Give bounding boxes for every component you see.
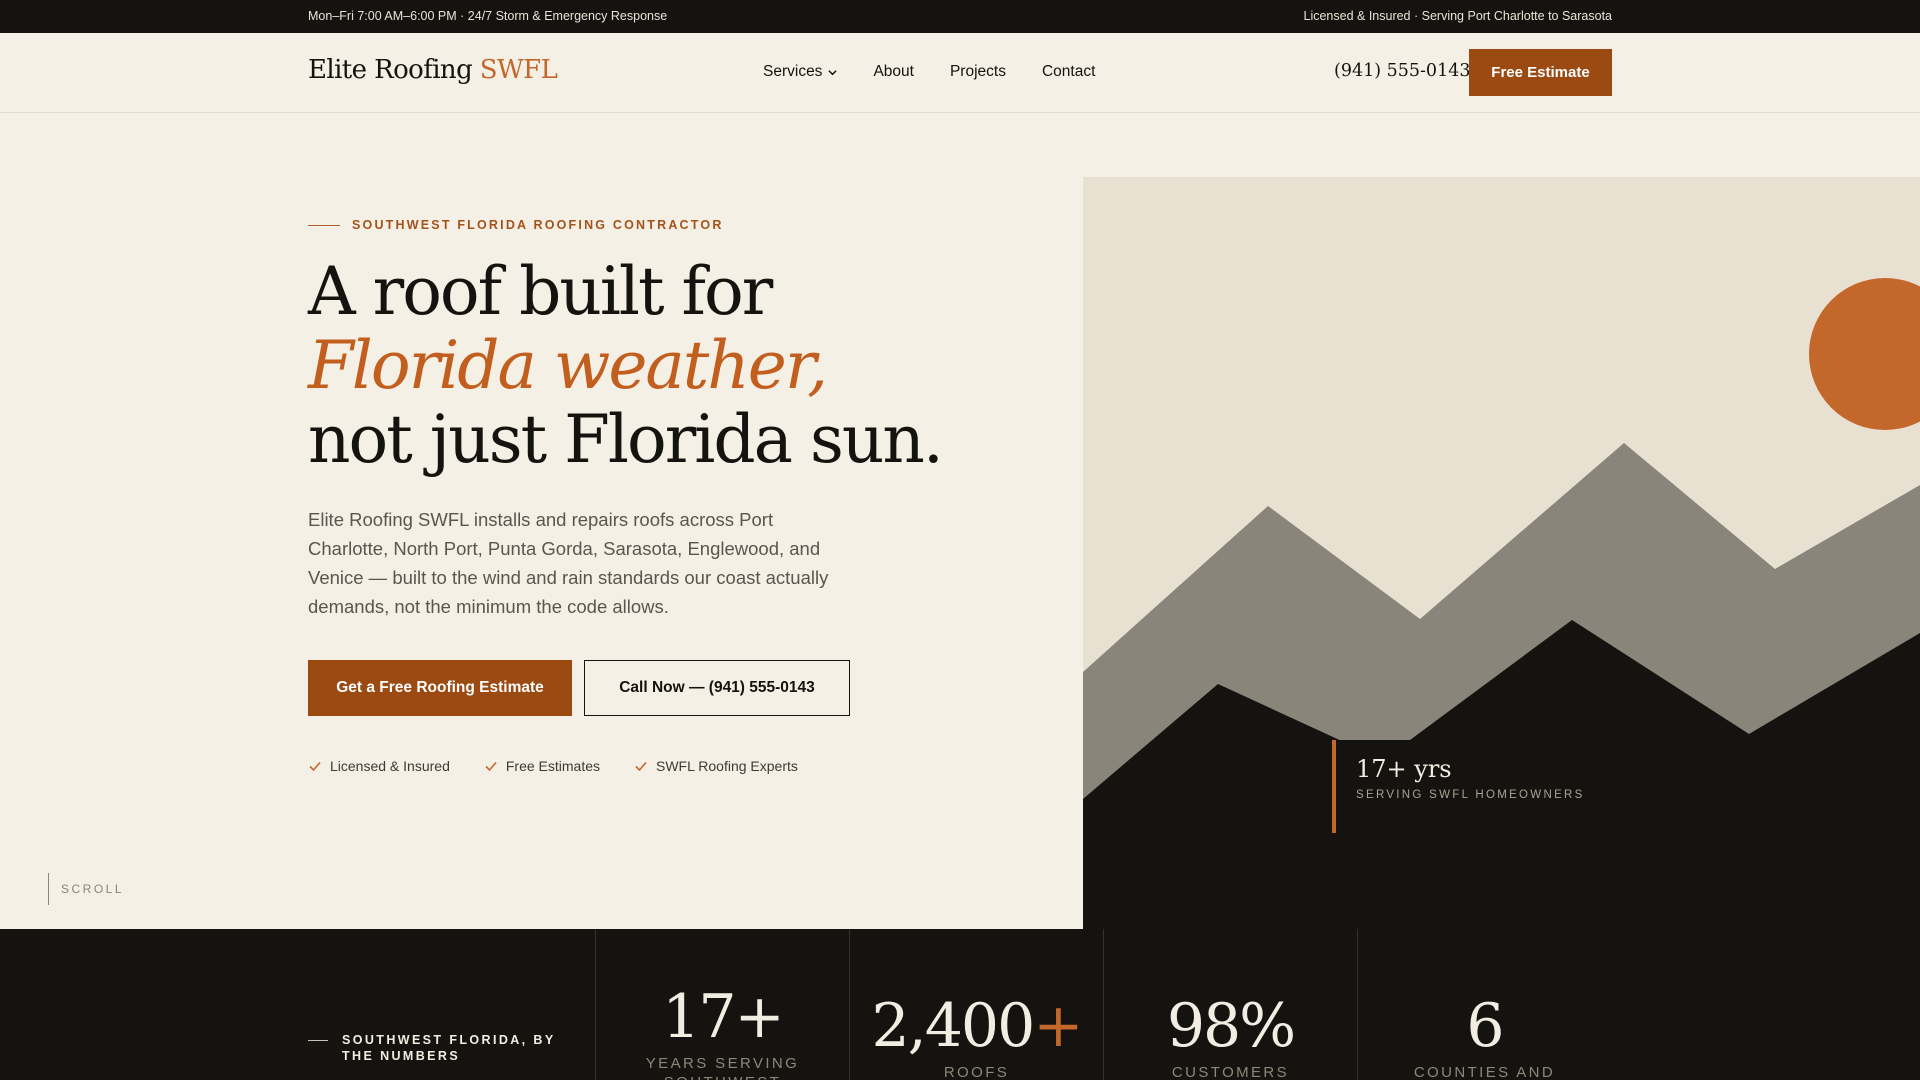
call-now-button[interactable]: Call Now — (941) 555-0143 — [584, 660, 850, 716]
headline-line-3: not just Florida sun. — [308, 401, 944, 478]
check-icon — [309, 761, 321, 772]
business-hours: Mon–Fri 7:00 AM–6:00 PM · 24/7 Storm & E… — [308, 9, 668, 23]
nav-services[interactable]: Services — [763, 63, 838, 81]
hero-eyebrow: SOUTHWEST FLORIDA ROOFING CONTRACTOR — [308, 218, 724, 232]
license-service-area: Licensed & Insured · Serving Port Charlo… — [1303, 9, 1613, 23]
eyebrow-text: SOUTHWEST FLORIDA ROOFING CONTRACTOR — [352, 218, 724, 232]
top-info-bar: Mon–Fri 7:00 AM–6:00 PM · 24/7 Storm & E… — [0, 0, 1920, 33]
trust-badges: Licensed & Insured Free Estimates SWFL R… — [308, 758, 798, 774]
nav-contact[interactable]: Contact — [1042, 63, 1095, 81]
stats-band: SOUTHWEST FLORIDA, BY THE NUMBERS 17+ YE… — [0, 929, 1920, 1080]
stat-customers: 98% CUSTOMERS — [1103, 929, 1357, 1080]
stat-value: 6 — [1466, 991, 1504, 1061]
stat-caption: COUNTIES AND — [1413, 1064, 1556, 1080]
stat-value: 98% — [1166, 991, 1296, 1061]
headline-line-2: Florida weather, — [308, 327, 828, 404]
main-nav: Services About Projects Contact — [763, 63, 1095, 81]
stat-caption: YEARS SERVING SOUTHWEST — [645, 1055, 800, 1080]
logo-accent: SWFL — [479, 55, 558, 85]
check-icon — [485, 761, 497, 772]
badge-free-estimates: Free Estimates — [484, 758, 600, 774]
logo-main: Elite Roofing — [308, 55, 473, 85]
stats-label: SOUTHWEST FLORIDA, BY THE NUMBERS — [308, 1032, 572, 1064]
badge-experts: SWFL Roofing Experts — [634, 758, 798, 774]
nav-projects[interactable]: Projects — [950, 63, 1006, 81]
chevron-down-icon — [828, 69, 838, 75]
badge-licensed: Licensed & Insured — [308, 758, 450, 774]
stat-years: 17+ YEARS SERVING SOUTHWEST — [595, 929, 849, 1080]
free-roofing-estimate-button[interactable]: Get a Free Roofing Estimate — [308, 660, 572, 716]
site-header: Elite Roofing SWFL Services About Projec… — [0, 33, 1920, 113]
eyebrow-rule — [308, 224, 340, 226]
check-icon — [635, 761, 647, 772]
badge-label: Free Estimates — [505, 758, 600, 774]
badge-label: Licensed & Insured — [330, 758, 450, 774]
hero-headline: A roof built for Florida weather, not ju… — [308, 253, 944, 478]
scroll-indicator[interactable]: SCROLL — [48, 873, 124, 905]
header-phone-link[interactable]: (941) 555-0143 — [1334, 61, 1470, 81]
hero-description: Elite Roofing SWFL installs and repairs … — [308, 509, 829, 617]
stat-value: 17+ — [662, 982, 785, 1052]
logo[interactable]: Elite Roofing SWFL — [308, 55, 558, 85]
callout-caption: SERVING SWFL HOMEOWNERS — [1356, 789, 1585, 801]
stats-rule — [308, 1040, 328, 1041]
stats-label-text: SOUTHWEST FLORIDA, BY THE NUMBERS — [342, 1033, 556, 1063]
stat-caption: CUSTOMERS — [1171, 1064, 1290, 1080]
nav-services-label: Services — [763, 63, 823, 80]
stat-value: 2,400+ — [871, 991, 1083, 1061]
badge-label: SWFL Roofing Experts — [656, 758, 798, 774]
sun-shape — [1809, 278, 1920, 430]
callout-years: 17+ yrs — [1356, 755, 1452, 783]
free-estimate-button[interactable]: Free Estimate — [1469, 49, 1612, 96]
headline-line-1: A roof built for — [308, 253, 773, 330]
experience-callout: 17+ yrs SERVING SWFL HOMEOWNERS — [1332, 740, 1594, 833]
nav-about[interactable]: About — [873, 63, 914, 81]
stat-roofs: 2,400+ ROOFS — [849, 929, 1103, 1080]
stat-caption: ROOFS — [943, 1064, 1010, 1080]
stat-counties: 6 COUNTIES AND — [1357, 929, 1611, 1080]
